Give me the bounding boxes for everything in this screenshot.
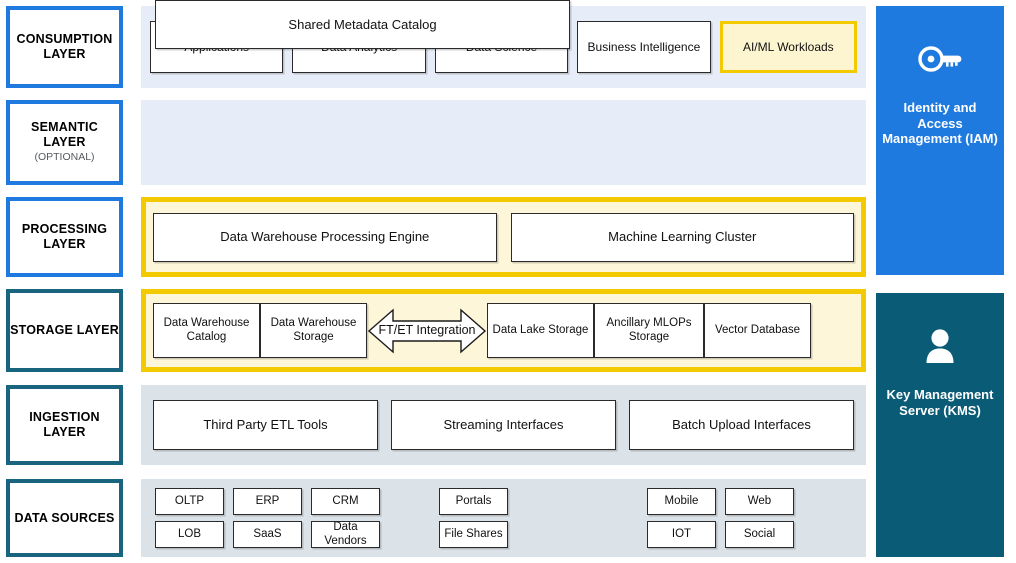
source-lob[interactable]: LOB	[155, 521, 224, 548]
node-machine-learning-cluster[interactable]: Machine Learning Cluster	[510, 212, 854, 262]
side-panel-title: Identity and Access Management (IAM)	[882, 100, 998, 147]
layer-label-title: SEMANTIC LAYER	[31, 120, 98, 150]
layer-label-title: INGESTION LAYER	[29, 410, 100, 439]
node-data-warehouse-processing-engine[interactable]: Data Warehouse Processing Engine	[153, 212, 497, 262]
side-panel-iam[interactable]: Identity and Access Management (IAM)	[876, 6, 1004, 275]
source-portals[interactable]: Portals	[439, 488, 508, 515]
node-ancillary-mlops-storage[interactable]: Ancillary MLOPs Storage	[594, 303, 704, 358]
storage-layer-band: Data Warehouse Catalog Data Warehouse St…	[141, 289, 866, 372]
semantic-layer-band	[141, 100, 866, 185]
data-sources-band: OLTP ERP CRM LOB SaaS Data Vendors Porta…	[141, 479, 866, 557]
key-icon	[918, 40, 962, 78]
layer-label-consumption[interactable]: CONSUMPTION LAYER	[6, 6, 123, 88]
ft-et-integration-arrow[interactable]: FT/ET Integration	[367, 302, 487, 360]
source-mobile[interactable]: Mobile	[647, 488, 716, 515]
data-source-group-content: Portals File Shares	[439, 488, 508, 548]
node-data-lake-storage[interactable]: Data Lake Storage	[487, 303, 594, 358]
node-batch-upload-interfaces[interactable]: Batch Upload Interfaces	[629, 400, 854, 450]
source-crm[interactable]: CRM	[311, 488, 380, 515]
side-panel-title: Key Management Server (KMS)	[886, 387, 994, 418]
source-erp[interactable]: ERP	[233, 488, 302, 515]
side-panel-kms[interactable]: Key Management Server (KMS)	[876, 293, 1004, 557]
layer-label-data-sources[interactable]: DATA SOURCES	[6, 479, 123, 557]
node-business-intelligence[interactable]: Business Intelligence	[577, 21, 711, 73]
node-shared-metadata-catalog[interactable]: Shared Metadata Catalog	[155, 0, 570, 49]
source-saas[interactable]: SaaS	[233, 521, 302, 548]
node-vector-database[interactable]: Vector Database	[704, 303, 811, 358]
node-third-party-etl-tools[interactable]: Third Party ETL Tools	[153, 400, 378, 450]
architecture-diagram: CONSUMPTION LAYER SEMANTIC LAYER (OPTION…	[0, 0, 1016, 563]
layer-label-subtitle: (OPTIONAL)	[34, 150, 95, 163]
data-source-group-enterprise: OLTP ERP CRM LOB SaaS Data Vendors	[155, 488, 380, 548]
ingestion-layer-band: Third Party ETL Tools Streaming Interfac…	[141, 385, 866, 465]
layer-label-storage[interactable]: STORAGE LAYER	[6, 289, 123, 372]
node-ai-ml-workloads[interactable]: AI/ML Workloads	[719, 21, 858, 73]
layer-label-title: STORAGE LAYER	[10, 323, 119, 338]
layer-label-semantic[interactable]: SEMANTIC LAYER (OPTIONAL)	[6, 100, 123, 185]
source-iot[interactable]: IOT	[647, 521, 716, 548]
ft-et-integration-label: FT/ET Integration	[378, 323, 476, 338]
node-data-warehouse-catalog[interactable]: Data Warehouse Catalog	[153, 303, 260, 358]
source-file-shares[interactable]: File Shares	[439, 521, 508, 548]
layer-label-ingestion[interactable]: INGESTION LAYER	[6, 385, 123, 465]
layer-label-processing[interactable]: PROCESSING LAYER	[6, 197, 123, 277]
processing-layer-band: Data Warehouse Processing Engine Machine…	[141, 197, 866, 277]
node-data-warehouse-storage[interactable]: Data Warehouse Storage	[260, 303, 367, 358]
source-oltp[interactable]: OLTP	[155, 488, 224, 515]
node-streaming-interfaces[interactable]: Streaming Interfaces	[391, 400, 616, 450]
data-source-group-digital: Mobile Web IOT Social	[647, 488, 794, 548]
user-icon	[924, 327, 956, 365]
layer-label-title: DATA SOURCES	[14, 510, 115, 525]
source-data-vendors[interactable]: Data Vendors	[311, 521, 380, 548]
source-social[interactable]: Social	[725, 521, 794, 548]
source-web[interactable]: Web	[725, 488, 794, 515]
layer-label-title: CONSUMPTION LAYER	[16, 32, 113, 61]
layer-label-title: PROCESSING LAYER	[21, 222, 108, 251]
